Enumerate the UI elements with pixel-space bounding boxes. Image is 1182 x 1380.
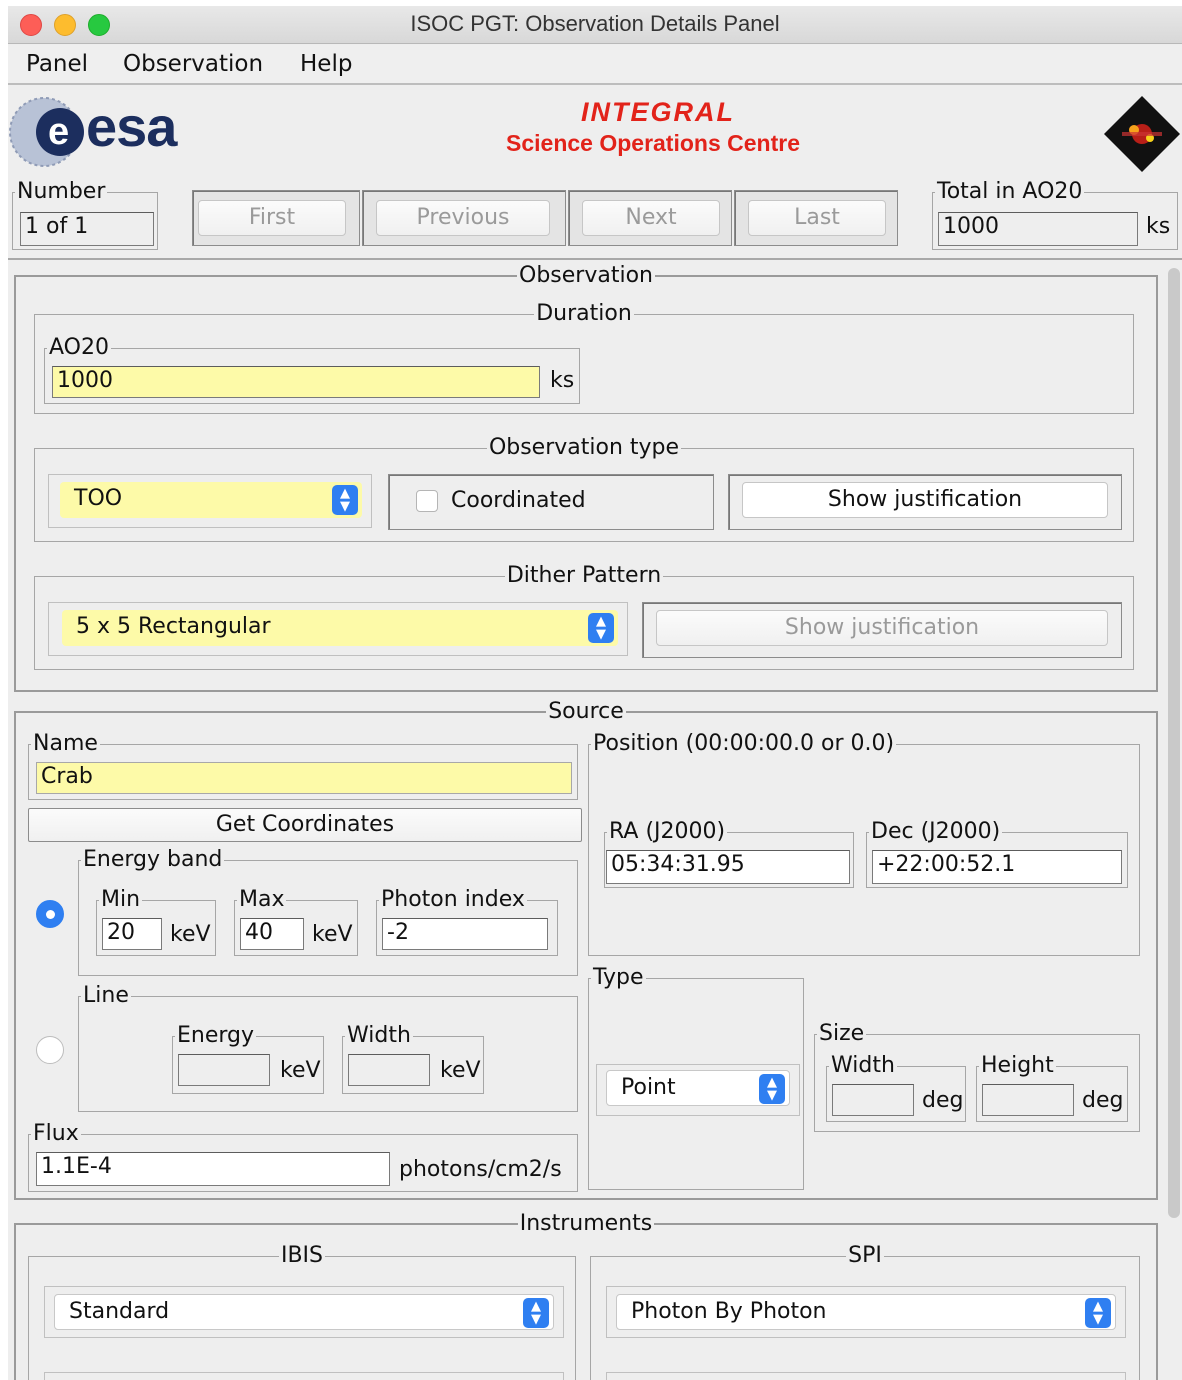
vertical-scrollbar[interactable] [1168,268,1180,1218]
size-title: Size [817,1021,867,1046]
coordinated-label: Coordinated [451,488,586,513]
observation-type-select[interactable]: TOO ▲ ▼ [60,482,362,518]
ra-input[interactable]: 05:34:31.95 [606,850,850,884]
line-width-input[interactable] [348,1054,430,1086]
chevron-updown-icon: ▲ ▼ [332,485,358,515]
line-energy-unit: keV [280,1058,321,1083]
ra-label: RA (J2000) [607,819,728,844]
dec-input[interactable]: +22:00:52.1 [872,850,1122,884]
ibis-mode-select[interactable]: Standard ▲ ▼ [54,1294,554,1330]
number-field: 1 of 1 [20,212,154,246]
name-label: Name [31,731,100,756]
dither-pattern-select[interactable]: 5 x 5 Rectangular ▲ ▼ [62,610,618,646]
total-unit: ks [1146,214,1171,239]
dither-title: Dither Pattern [504,563,664,588]
line-energy-label: Energy [175,1023,257,1048]
type-title: Type [591,965,646,990]
line-group: Line [78,984,578,1112]
size-width-unit: deg [922,1088,964,1113]
integral-mission-icon [1102,94,1182,174]
spi-title: SPI [846,1243,884,1268]
size-width-input[interactable] [832,1084,914,1116]
photon-index-label: Photon index [379,887,527,912]
observation-title: Observation [517,263,655,288]
get-coordinates-button[interactable]: Get Coordinates [28,808,582,842]
last-button[interactable]: Last [748,200,886,236]
esa-logo-text: esa [86,95,177,158]
menu-observation[interactable]: Observation [123,51,263,77]
max-label: Max [237,887,287,912]
soc-subtitle: Science Operations Centre [506,130,800,156]
menu-panel[interactable]: Panel [26,51,88,77]
ao20-duration-input[interactable]: 1000 [52,366,540,398]
number-label: Number [15,179,108,204]
coordinated-checkbox[interactable] [416,490,438,512]
next-button[interactable]: Next [582,200,720,236]
ao20-unit: ks [550,368,575,393]
line-width-label: Width [345,1023,413,1048]
chevron-updown-icon: ▲ ▼ [588,613,614,643]
size-height-label: Height [979,1053,1056,1078]
title-bar: ISOC PGT: Observation Details Panel [8,6,1182,44]
dec-label: Dec (J2000) [869,819,1003,844]
position-title: Position (00:00:00.0 or 0.0) [591,731,897,756]
ibis-title: IBIS [278,1243,326,1268]
header: e esa INTEGRAL Science Operations Centre [8,88,1182,178]
spi-mode-value: Photon By Photon [631,1299,827,1324]
source-type-value: Point [621,1075,676,1100]
flux-label: Flux [31,1121,81,1146]
spi-second-frame [606,1372,1126,1380]
energy-band-radio[interactable] [36,900,64,928]
menu-bar: Panel Observation Help [8,45,1182,85]
total-field: 1000 [938,212,1138,246]
energy-max-input[interactable]: 40 [240,918,304,950]
chevron-updown-icon: ▲ ▼ [523,1298,549,1328]
source-title: Source [546,699,626,724]
flux-unit: photons/cm2/s [399,1157,562,1182]
app-window: ISOC PGT: Observation Details Panel Pane… [8,6,1182,1380]
dither-show-justification-button[interactable]: Show justification [656,610,1108,646]
chevron-updown-icon: ▲ ▼ [1085,1298,1111,1328]
size-height-unit: deg [1082,1088,1124,1113]
chevron-updown-icon: ▲ ▼ [759,1074,785,1104]
observation-type-title: Observation type [486,435,682,460]
show-justification-button[interactable]: Show justification [742,482,1108,518]
line-title: Line [81,983,131,1008]
esa-logo-icon: e [8,96,84,168]
line-energy-input[interactable] [178,1054,270,1086]
instruments-title: Instruments [517,1211,655,1236]
source-type-select[interactable]: Point ▲ ▼ [606,1070,790,1106]
min-label: Min [99,887,143,912]
menu-help[interactable]: Help [300,51,352,77]
photon-index-input[interactable]: -2 [382,918,548,950]
svg-text:e: e [48,111,69,153]
integral-title: INTEGRAL [581,97,735,127]
first-button[interactable]: First [198,200,346,236]
total-label: Total in AO20 [935,179,1085,204]
spi-mode-select[interactable]: Photon By Photon ▲ ▼ [616,1294,1116,1330]
energy-min-input[interactable]: 20 [102,918,162,950]
dither-pattern-value: 5 x 5 Rectangular [76,614,271,639]
size-width-label: Width [829,1053,897,1078]
line-width-unit: keV [440,1058,481,1083]
ibis-second-frame [44,1372,564,1380]
separator [8,258,1182,260]
observation-type-value: TOO [74,486,123,511]
duration-title: Duration [534,301,634,326]
flux-input[interactable]: 1.1E-4 [36,1152,390,1186]
ibis-mode-value: Standard [69,1299,170,1324]
ao20-label: AO20 [47,335,111,360]
max-unit: keV [312,922,353,947]
energy-band-title: Energy band [81,847,225,872]
size-height-input[interactable] [982,1084,1074,1116]
line-radio[interactable] [36,1036,64,1064]
window-title: ISOC PGT: Observation Details Panel [410,11,780,36]
min-unit: keV [170,922,211,947]
source-name-input[interactable]: Crab [36,762,572,794]
previous-button[interactable]: Previous [376,200,550,236]
